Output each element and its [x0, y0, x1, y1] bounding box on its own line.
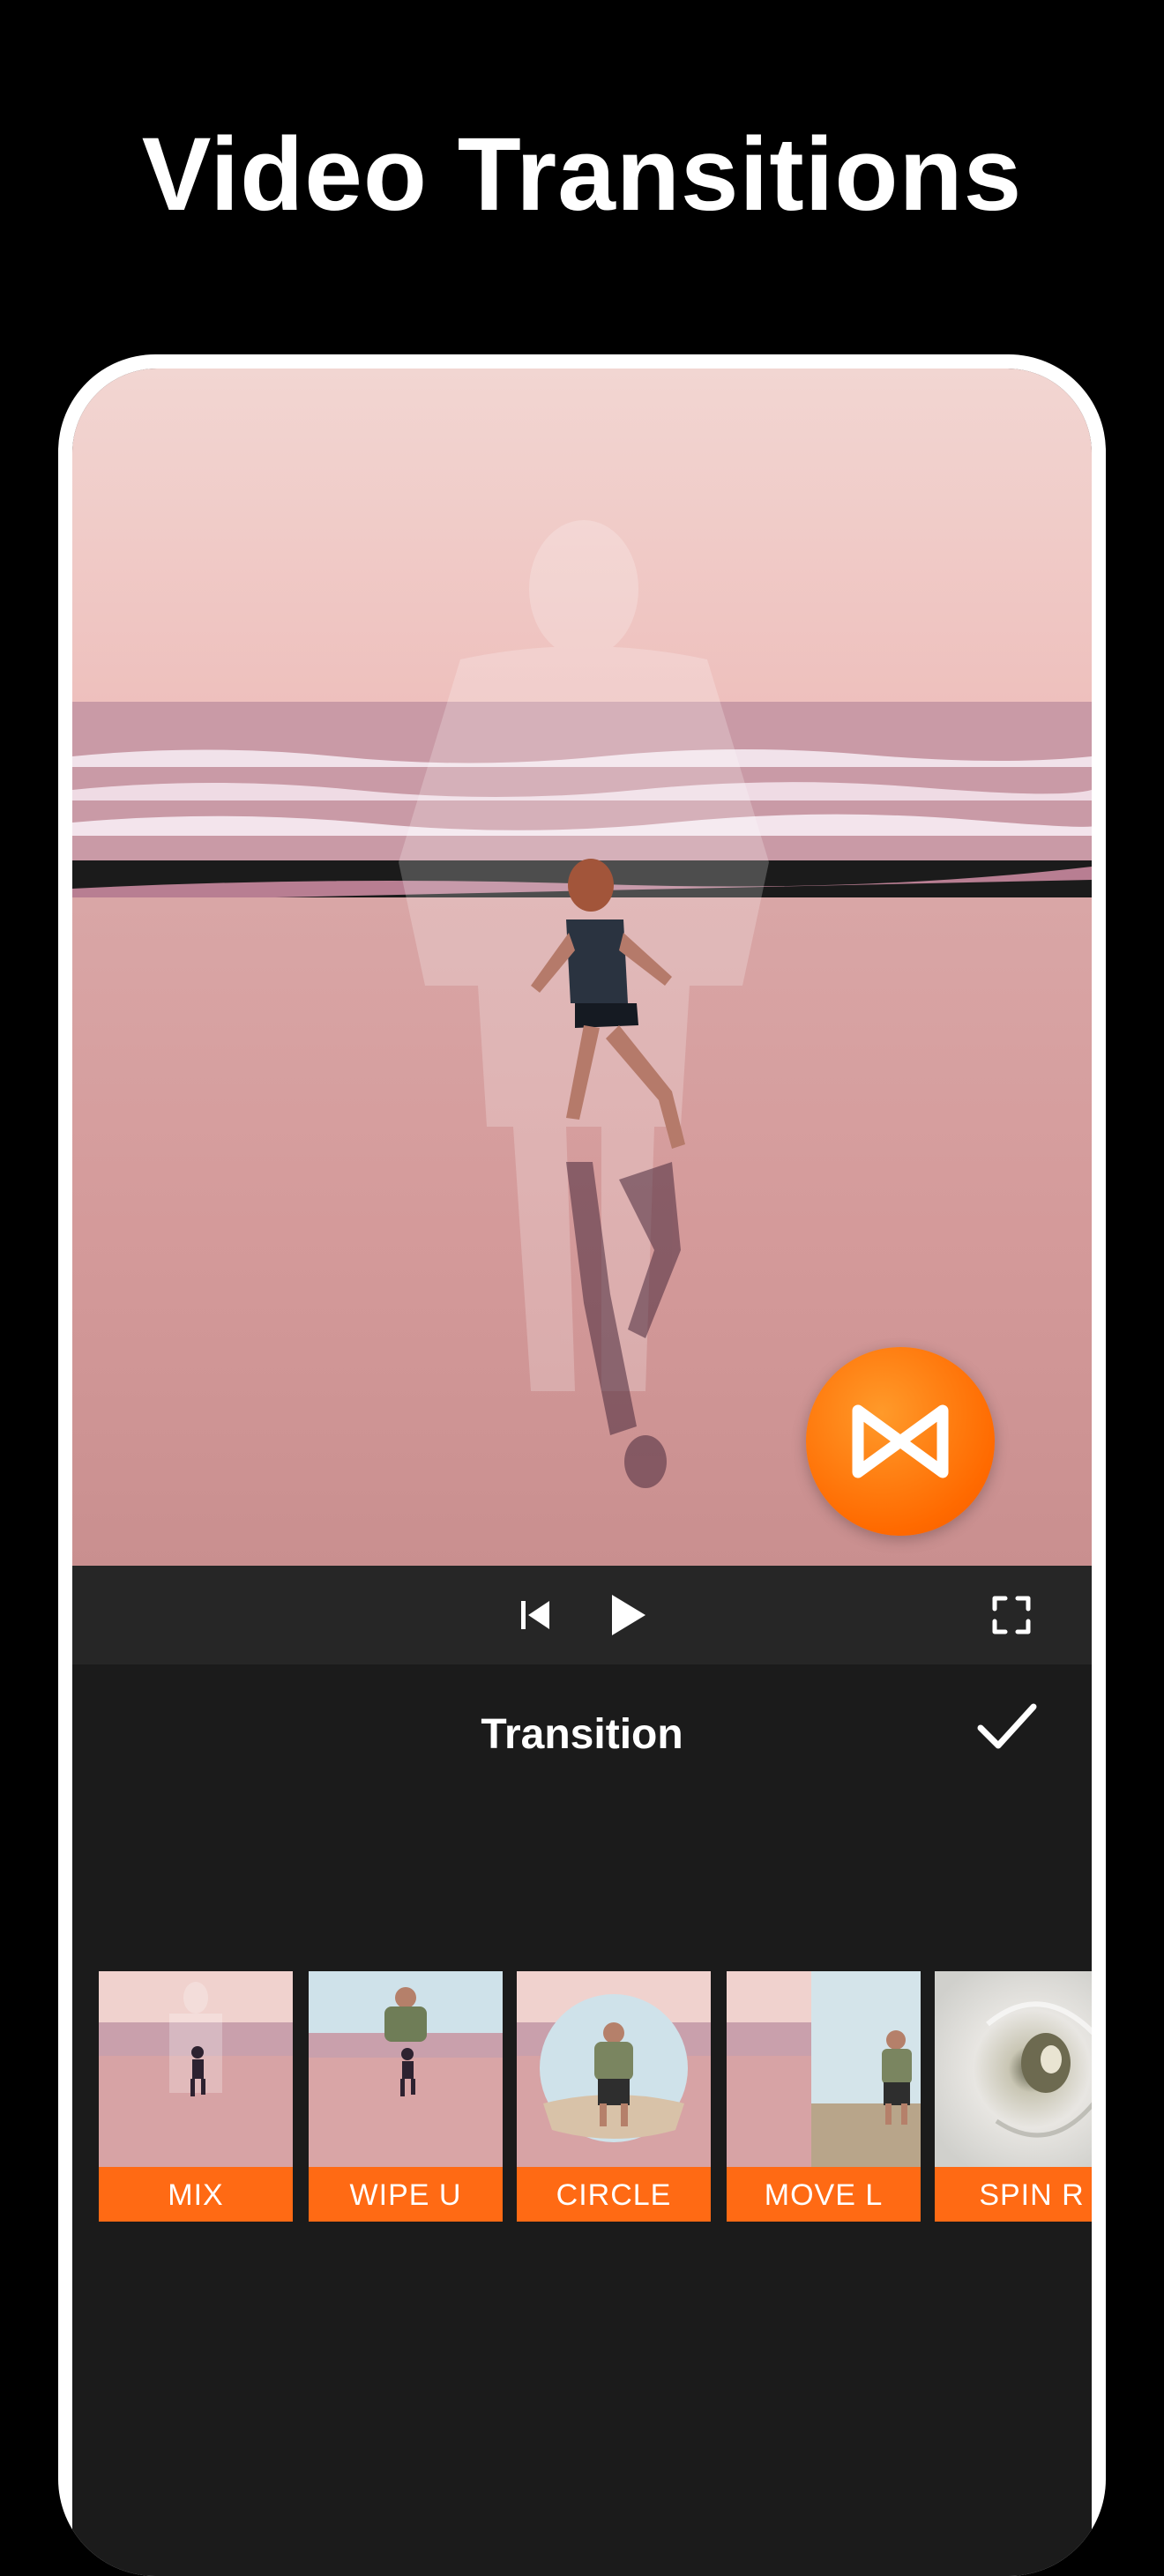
video-preview[interactable] — [72, 369, 1092, 1566]
phone-frame: Transition MIX WIPE U CIRCLE MOVE L SPIN… — [58, 354, 1106, 2576]
transition-label: CIRCLE — [517, 2167, 711, 2222]
transition-thumbnail — [727, 1971, 921, 2167]
transition-item-wipe-u[interactable]: WIPE U — [309, 1971, 503, 2222]
playback-controls — [72, 1566, 1092, 1664]
transition-label: MIX — [99, 2167, 293, 2222]
transition-label: SPIN R — [935, 2167, 1092, 2222]
transition-label: MOVE L — [727, 2167, 921, 2222]
fullscreen-icon — [992, 1596, 1031, 1634]
confirm-button[interactable] — [972, 1691, 1042, 1761]
skip-back-button[interactable] — [504, 1566, 566, 1664]
play-button[interactable] — [593, 1566, 663, 1664]
transition-item-spin-r[interactable]: SPIN R — [935, 1971, 1092, 2222]
panel-title: Transition — [481, 1711, 683, 1758]
transition-thumbnail — [935, 1971, 1092, 2167]
app-screen: Transition MIX WIPE U CIRCLE MOVE L SPIN… — [72, 369, 1092, 2576]
transition-item-circle[interactable]: CIRCLE — [517, 1971, 711, 2222]
transition-label: WIPE U — [309, 2167, 503, 2222]
bowtie-transition-icon — [852, 1404, 949, 1478]
skip-to-start-icon — [521, 1601, 549, 1629]
fullscreen-button[interactable] — [981, 1566, 1042, 1664]
transition-item-move-l[interactable]: MOVE L — [727, 1971, 921, 2222]
transition-button[interactable] — [806, 1347, 995, 1536]
checkmark-icon — [977, 1703, 1037, 1749]
play-icon — [612, 1595, 645, 1635]
transition-thumbnail — [517, 1971, 711, 2167]
transition-item-mix[interactable]: MIX — [99, 1971, 293, 2222]
transition-thumbnail — [99, 1971, 293, 2167]
headline: Video Transitions — [141, 116, 1023, 233]
transition-thumbnail — [309, 1971, 503, 2167]
transition-list[interactable]: MIX WIPE U CIRCLE MOVE L SPIN R — [99, 1971, 1092, 2222]
